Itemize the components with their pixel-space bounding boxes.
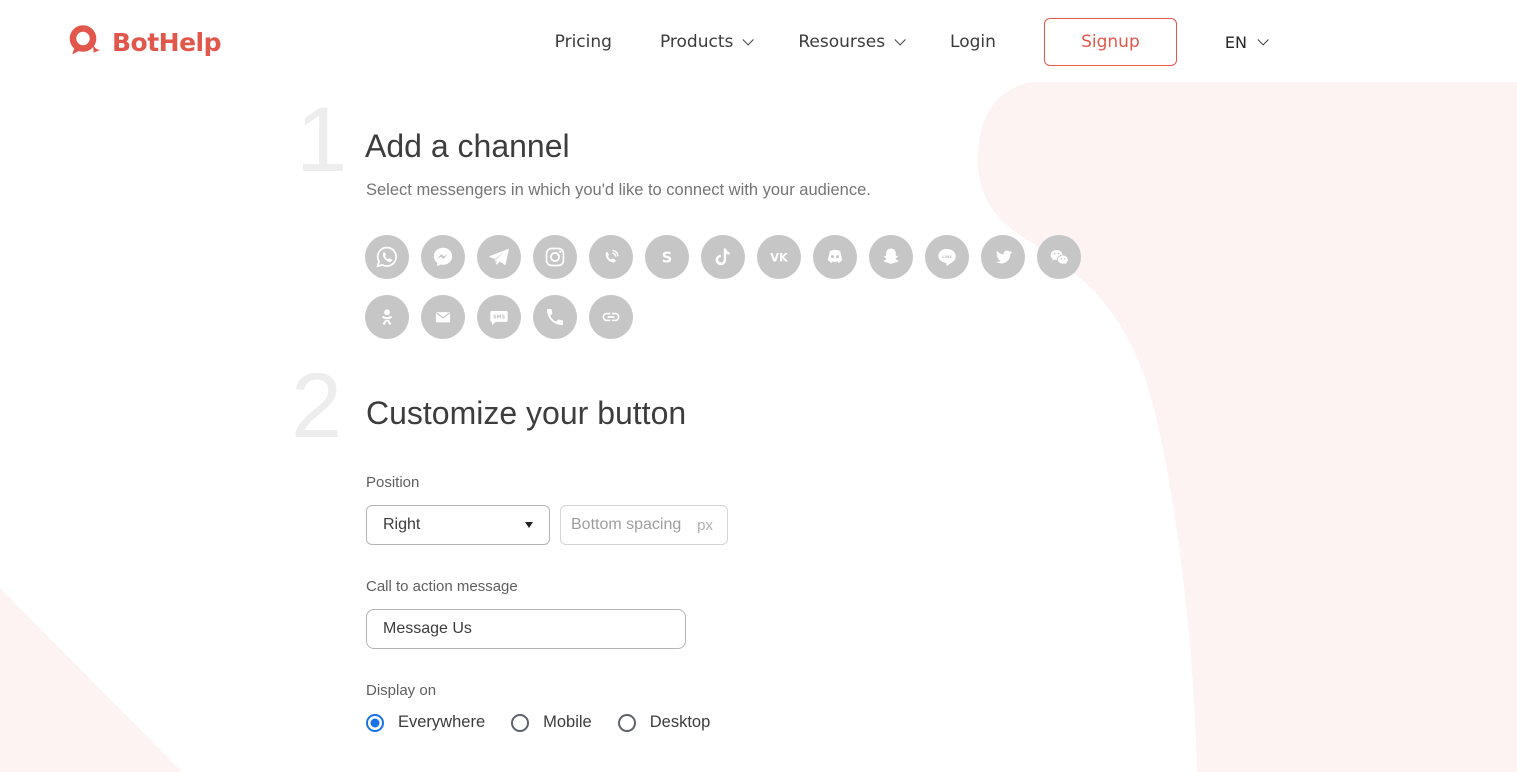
channel-icon-vk[interactable]: VK — [757, 235, 801, 279]
channel-icon-tiktok[interactable] — [701, 235, 745, 279]
logo-text: BotHelp — [112, 28, 221, 57]
channel-icon-instagram[interactable] — [533, 235, 577, 279]
radio-option-label: Everywhere — [398, 713, 485, 732]
nav-pricing[interactable]: Pricing — [555, 32, 612, 52]
bottom-spacing-input[interactable] — [571, 516, 693, 534]
main-nav: Pricing Products Resourses Login Signup … — [555, 18, 1265, 66]
step-1-title: Add a channel — [365, 128, 570, 165]
bothelp-logo-icon — [64, 21, 106, 63]
svg-text:VK: VK — [770, 251, 789, 265]
step-1-number: 1 — [296, 94, 347, 186]
chevron-down-icon — [1257, 34, 1268, 45]
header: BotHelp Pricing Products Resourses Login… — [0, 0, 1517, 84]
channel-icon-viber[interactable] — [589, 235, 633, 279]
bothelp-widget-setup-page: { "colors": { "accent": "#e2574c", "pink… — [0, 0, 1517, 772]
radio-unselected-icon[interactable] — [618, 714, 636, 732]
svg-text:SMS: SMS — [493, 314, 506, 320]
nav-login[interactable]: Login — [950, 32, 996, 52]
radio-option-everywhere[interactable]: Everywhere — [366, 713, 485, 732]
cta-message-input[interactable] — [366, 609, 686, 649]
channel-icon-discord[interactable] — [813, 235, 857, 279]
bottom-spacing-unit: px — [697, 517, 713, 534]
position-select-value: Right — [383, 516, 420, 534]
channel-icon-row: S VK LINE — [365, 235, 1081, 279]
channel-icon-messenger[interactable] — [421, 235, 465, 279]
display-on-radio-group: Everywhere Mobile Desktop — [366, 713, 710, 732]
svg-text:LINE: LINE — [942, 254, 952, 259]
channel-icon-row: SMS — [365, 295, 1081, 339]
cta-label: Call to action message — [366, 578, 518, 595]
channel-icon-sms[interactable]: SMS — [477, 295, 521, 339]
channel-icons: S VK LINE SMS — [365, 235, 1081, 339]
main-content: 1 Add a channel Select messengers in whi… — [0, 0, 1517, 772]
channel-icon-odnoklassniki[interactable] — [365, 295, 409, 339]
radio-option-desktop[interactable]: Desktop — [618, 713, 711, 732]
radio-option-mobile[interactable]: Mobile — [511, 713, 592, 732]
radio-option-label: Desktop — [650, 713, 711, 732]
step-1-subtitle: Select messengers in which you'd like to… — [366, 181, 871, 200]
channel-icon-wechat[interactable] — [1037, 235, 1081, 279]
channel-icon-line[interactable]: LINE — [925, 235, 969, 279]
logo[interactable]: BotHelp — [64, 21, 221, 63]
nav-products[interactable]: Products — [660, 32, 750, 52]
language-label: EN — [1225, 33, 1247, 52]
radio-selected-icon[interactable] — [366, 714, 384, 732]
nav-resourses[interactable]: Resourses — [798, 32, 902, 52]
language-selector[interactable]: EN — [1225, 33, 1265, 52]
svg-text:S: S — [662, 249, 673, 266]
signup-button[interactable]: Signup — [1044, 18, 1177, 66]
position-select[interactable]: Right — [366, 505, 550, 545]
channel-icon-skype[interactable]: S — [645, 235, 689, 279]
channel-icon-snapchat[interactable] — [869, 235, 913, 279]
channel-icon-telegram[interactable] — [477, 235, 521, 279]
channel-icon-twitter[interactable] — [981, 235, 1025, 279]
bottom-spacing-field: px — [560, 505, 728, 545]
select-caret-icon — [525, 522, 533, 528]
step-2-title: Customize your button — [366, 395, 686, 432]
channel-icon-email[interactable] — [421, 295, 465, 339]
step-2-number: 2 — [291, 360, 342, 452]
channel-icon-phone[interactable] — [533, 295, 577, 339]
radio-unselected-icon[interactable] — [511, 714, 529, 732]
position-label: Position — [366, 474, 419, 491]
display-on-label: Display on — [366, 682, 436, 699]
chevron-down-icon — [895, 34, 906, 45]
radio-option-label: Mobile — [543, 713, 592, 732]
chevron-down-icon — [743, 34, 754, 45]
channel-icon-link[interactable] — [589, 295, 633, 339]
channel-icon-whatsapp[interactable] — [365, 235, 409, 279]
